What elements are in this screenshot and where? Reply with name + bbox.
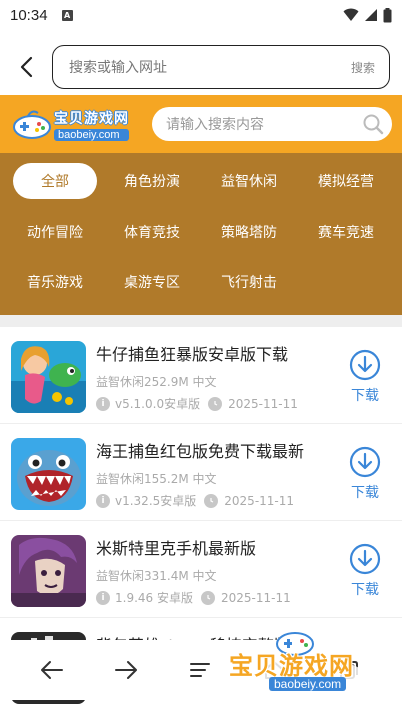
menu-icon xyxy=(190,663,210,677)
back-button[interactable] xyxy=(4,44,50,90)
gamepad-logo-icon xyxy=(13,110,51,139)
logo-text: 宝贝游戏网 baobeiy.com xyxy=(54,108,129,141)
home-indicator xyxy=(0,704,402,714)
category-sports[interactable]: 体育竞技 xyxy=(110,214,194,250)
category-rpg[interactable]: 角色扮演 xyxy=(110,163,194,199)
game-date: 2025-11-11 xyxy=(224,493,295,508)
nav-back-button[interactable] xyxy=(32,652,72,688)
game-title[interactable]: 海王捕鱼红包版免费下载最新 xyxy=(96,438,304,462)
category-music[interactable]: 音乐游戏 xyxy=(13,264,97,300)
notification-badge: A xyxy=(61,9,73,21)
list-item[interactable]: 牛仔捕鱼狂暴版安卓版下载 益智休闲252.9M 中文 i v5.1.0.0安卓版… xyxy=(0,327,402,424)
category-row: 音乐游戏 桌游专区 飞行射击 xyxy=(0,264,402,304)
clock-icon xyxy=(208,396,223,411)
logo-en: baobeiy.com xyxy=(54,128,129,141)
info-icon: i xyxy=(96,493,110,508)
page: 10:34 A 搜索或输入网址 搜索 宝贝游戏网 baobeiy.com 请输入… xyxy=(0,0,402,714)
arrow-left-icon xyxy=(41,661,63,679)
nav-menu-button[interactable] xyxy=(180,652,220,688)
category-shooting[interactable]: 飞行射击 xyxy=(207,264,291,300)
arrow-right-icon xyxy=(115,661,137,679)
category-strategy[interactable]: 策略塔防 xyxy=(207,214,291,250)
clock-icon xyxy=(204,493,219,508)
url-placeholder: 搜索或输入网址 xyxy=(69,60,167,76)
download-label: 下载 xyxy=(351,582,379,598)
game-date: 2025-11-11 xyxy=(220,590,291,605)
list-item[interactable]: 海王捕鱼红包版免费下载最新 益智休闲155.2M 中文 i v1.32.5安卓版… xyxy=(0,424,402,521)
search-icon[interactable] xyxy=(362,113,384,135)
status-icons xyxy=(343,7,392,23)
site-search-input[interactable]: 请输入搜索内容 xyxy=(152,107,392,141)
site-watermark: 宝贝游戏网 baobeiy.com xyxy=(225,620,375,696)
category-simulation[interactable]: 模拟经营 xyxy=(304,163,388,199)
signal-icon xyxy=(365,9,377,21)
game-version: v5.1.0.0安卓版 xyxy=(115,397,201,411)
game-title[interactable]: 牛仔捕鱼狂暴版安卓版下载 xyxy=(96,341,288,365)
status-bar: 10:34 A xyxy=(0,0,402,30)
info-icon: i xyxy=(96,590,110,605)
status-time: 10:34 xyxy=(10,6,48,24)
download-button[interactable]: 下载 xyxy=(345,543,385,599)
mermaid-fish-game-icon[interactable] xyxy=(11,341,86,413)
game-version-row: i v1.32.5安卓版 2025-11-11 xyxy=(96,492,294,509)
game-meta: 益智休闲331.4M 中文 xyxy=(96,569,217,583)
game-meta: 益智休闲155.2M 中文 xyxy=(96,472,217,486)
download-button[interactable]: 下载 xyxy=(345,446,385,502)
watermark-cn: 宝贝游戏网 xyxy=(229,652,354,680)
download-icon xyxy=(349,349,381,381)
game-version: v1.32.5安卓版 xyxy=(115,494,197,508)
logo-cn: 宝贝游戏网 xyxy=(54,110,129,127)
category-action[interactable]: 动作冒险 xyxy=(13,214,97,250)
site-header: 宝贝游戏网 baobeiy.com 请输入搜索内容 xyxy=(0,95,402,153)
game-date: 2025-11-11 xyxy=(228,396,298,411)
game-version-row: i v5.1.0.0安卓版 2025-11-11 xyxy=(96,395,298,412)
download-icon xyxy=(349,543,381,575)
battery-icon xyxy=(383,7,392,22)
category-row: 全部 角色扮演 益智休闲 模拟经营 xyxy=(0,163,402,203)
chevron-left-icon xyxy=(20,56,33,78)
list-item[interactable]: 米斯特里克手机最新版 益智休闲331.4M 中文 i 1.9.46 安卓版 20… xyxy=(0,521,402,618)
game-title[interactable]: 米斯特里克手机最新版 xyxy=(96,535,256,559)
divider xyxy=(0,315,402,327)
category-puzzle[interactable]: 益智休闲 xyxy=(207,163,291,199)
game-version: 1.9.46 安卓版 xyxy=(115,591,193,605)
browser-toolbar: 搜索或输入网址 搜索 xyxy=(0,40,402,94)
category-row: 动作冒险 体育竞技 策略塔防 赛车竞速 xyxy=(0,214,402,254)
url-search-button[interactable]: 搜索 xyxy=(351,59,375,76)
nav-forward-button[interactable] xyxy=(106,652,146,688)
game-meta: 益智休闲252.9M 中文 xyxy=(96,375,217,389)
download-button[interactable]: 下载 xyxy=(345,349,385,405)
site-search-placeholder: 请输入搜索内容 xyxy=(166,117,264,133)
download-icon xyxy=(349,446,381,478)
anime-character-game-icon[interactable] xyxy=(11,535,86,607)
clock-icon xyxy=(200,590,215,605)
category-racing[interactable]: 赛车竞速 xyxy=(304,214,388,250)
game-version-row: i 1.9.46 安卓版 2025-11-11 xyxy=(96,589,291,606)
download-label: 下载 xyxy=(351,388,379,404)
shark-game-icon[interactable] xyxy=(11,438,86,510)
info-icon: i xyxy=(96,396,110,411)
wifi-icon xyxy=(343,8,359,21)
category-board[interactable]: 桌游专区 xyxy=(110,264,194,300)
url-bar[interactable]: 搜索或输入网址 搜索 xyxy=(52,45,390,89)
category-panel: 全部 角色扮演 益智休闲 模拟经营 动作冒险 体育竞技 策略塔防 赛车竞速 音乐… xyxy=(0,153,402,315)
site-logo[interactable]: 宝贝游戏网 baobeiy.com xyxy=(12,99,142,149)
watermark-en: baobeiy.com xyxy=(269,677,347,691)
category-all[interactable]: 全部 xyxy=(13,163,97,199)
download-label: 下载 xyxy=(351,485,379,501)
